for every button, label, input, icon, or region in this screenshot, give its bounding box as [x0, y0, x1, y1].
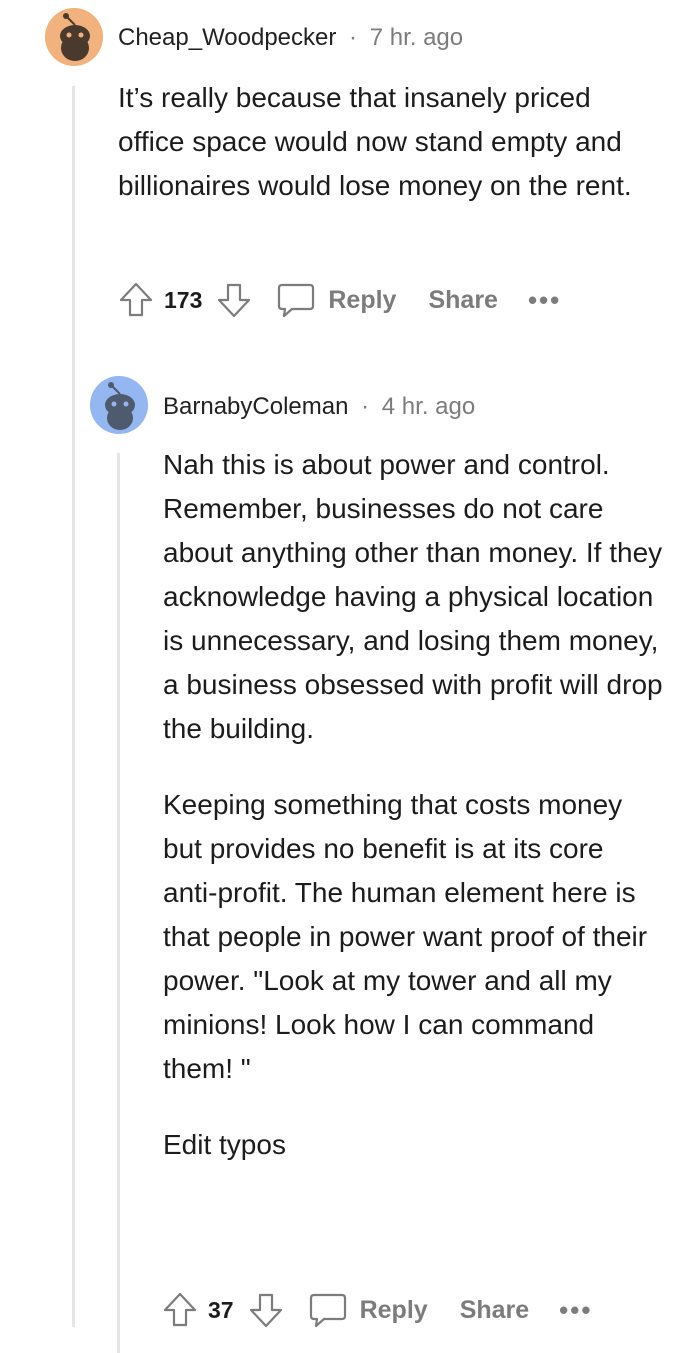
username[interactable]: Cheap_Woodpecker: [118, 24, 336, 51]
reply-label: Reply: [328, 285, 397, 314]
thread-collapse-line[interactable]: [117, 453, 120, 1353]
comment-bubble-icon: [308, 1288, 348, 1332]
comment-bubble-icon: [276, 278, 316, 322]
comment-meta: Cheap_Woodpecker · 7 hr. ago: [118, 24, 463, 52]
upvote-icon[interactable]: [160, 1288, 200, 1332]
comment-body: Nah this is about power and control. Rem…: [163, 443, 663, 1199]
timestamp[interactable]: 4 hr. ago: [382, 393, 475, 420]
snoo-avatar-icon: [45, 8, 103, 66]
vote-score: 37: [208, 1296, 234, 1323]
meta-separator: ·: [349, 24, 358, 51]
upvote-icon[interactable]: [116, 278, 156, 322]
share-button[interactable]: Share: [428, 286, 497, 315]
downvote-icon[interactable]: [246, 1288, 286, 1332]
timestamp[interactable]: 7 hr. ago: [370, 24, 463, 51]
comment-meta: BarnabyColeman · 4 hr. ago: [163, 393, 475, 421]
thread-collapse-line[interactable]: [72, 86, 75, 1327]
username[interactable]: BarnabyColeman: [163, 393, 348, 420]
snoo-avatar-icon: [90, 376, 148, 434]
more-options-icon[interactable]: •••: [528, 287, 561, 313]
share-button[interactable]: Share: [460, 1296, 529, 1325]
reply-button[interactable]: Reply: [308, 1288, 428, 1332]
reply-button[interactable]: Reply: [276, 278, 396, 322]
comment-actions: 37 Reply Share •••: [160, 1288, 592, 1332]
avatar[interactable]: [90, 376, 148, 434]
comment-actions: 173 Reply Share •••: [116, 278, 561, 322]
avatar[interactable]: [45, 8, 103, 66]
comment-paragraph: Edit typos: [163, 1129, 286, 1160]
comment-body: It’s really because that insanely priced…: [118, 76, 658, 240]
vote-score: 173: [164, 286, 203, 313]
comment-paragraph: It’s really because that insanely priced…: [118, 82, 632, 201]
meta-separator: ·: [361, 393, 370, 420]
reply-label: Reply: [359, 1295, 428, 1324]
comment-paragraph: Keeping something that costs money but p…: [163, 789, 648, 1084]
more-options-icon[interactable]: •••: [559, 1297, 592, 1323]
comment-paragraph: Nah this is about power and control. Rem…: [163, 449, 663, 744]
downvote-icon[interactable]: [214, 278, 254, 322]
